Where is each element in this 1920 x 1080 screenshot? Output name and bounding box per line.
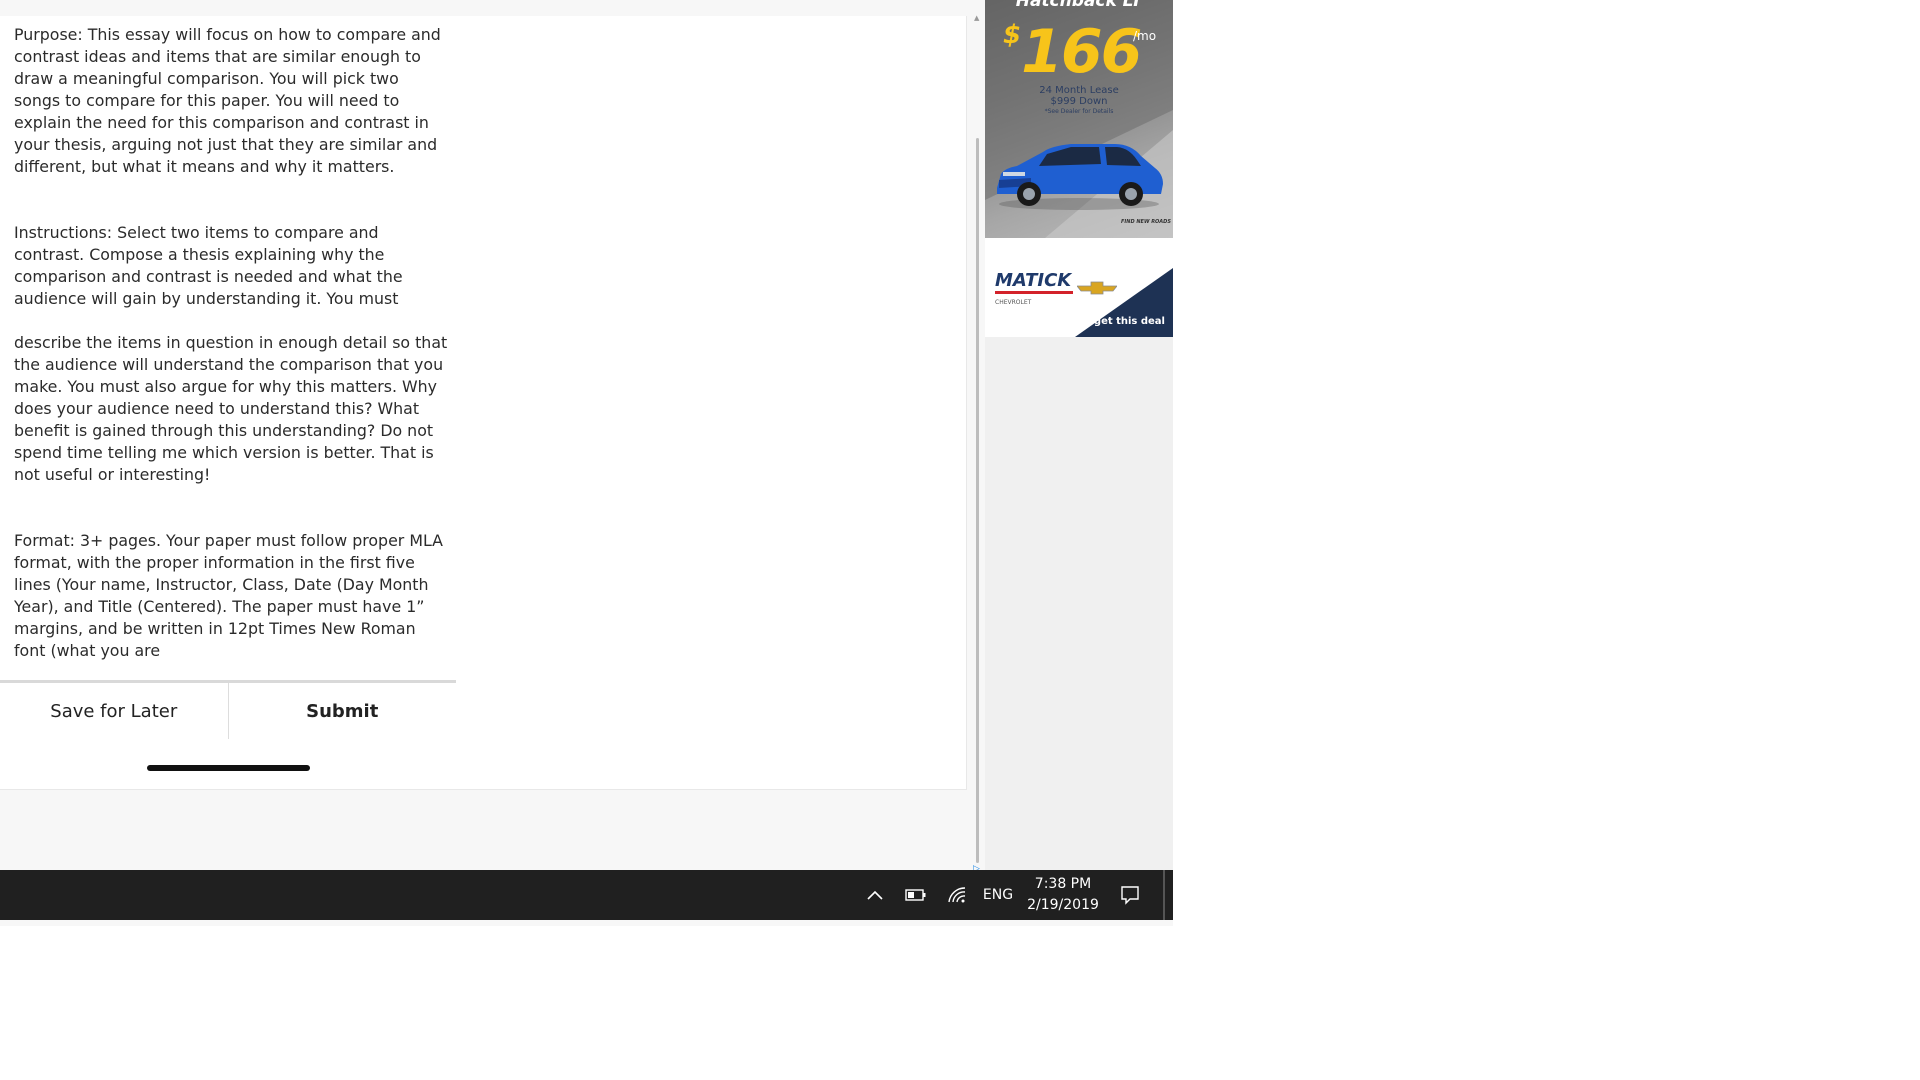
ad-lease-line1: 24 Month Lease — [1039, 85, 1119, 96]
ad-dealer-brand: CHEVROLET — [995, 299, 1032, 306]
chevron-up-icon[interactable] — [862, 870, 888, 920]
page-scrollbar[interactable]: ▲ — [974, 0, 981, 870]
action-bar: Save for Later Submit — [0, 683, 456, 739]
taskbar-clock[interactable]: 7:38 PM 2/19/2019 — [1022, 870, 1104, 920]
assignment-text-area[interactable]: Purpose: This essay will focus on how to… — [14, 24, 448, 684]
ad-disclaimer: *See Dealer for Details — [1044, 108, 1114, 115]
assignment-panel: Purpose: This essay will focus on how to… — [0, 16, 967, 790]
save-for-later-button[interactable]: Save for Later — [0, 683, 229, 739]
top-strip — [0, 0, 967, 16]
ad-price: $166 — [1003, 17, 1142, 87]
screen: Purpose: This essay will focus on how to… — [0, 0, 1173, 926]
ad-lease-terms: 24 Month Lease $999 Down — [985, 85, 1173, 107]
clock-date: 2/19/2019 — [1027, 897, 1099, 913]
taskbar: ENG 7:38 PM 2/19/2019 — [0, 870, 1173, 920]
scroll-up-arrow-icon[interactable]: ▲ — [974, 14, 979, 22]
clock-time: 7:38 PM — [1034, 876, 1092, 892]
chevrolet-bowtie-icon — [1077, 281, 1117, 295]
car-image — [997, 144, 1163, 210]
ad-cta-link[interactable]: get this deal — [1094, 316, 1165, 327]
ad-banner[interactable]: Hatchback LT $166 /mo 24 Month Lease $99… — [985, 0, 1173, 337]
ad-lease-line2: $999 Down — [1050, 96, 1108, 107]
home-indicator — [147, 765, 310, 771]
purpose-paragraph: Purpose: This essay will focus on how to… — [14, 25, 441, 176]
instructions-paragraph: Instructions: Select two items to compar… — [14, 223, 403, 308]
ad-sidebar: Hatchback LT $166 /mo 24 Month Lease $99… — [985, 0, 1173, 870]
ad-price-period: /mo — [1133, 29, 1157, 43]
ad-price-symbol: $ — [1003, 20, 1022, 50]
scroll-thumb[interactable] — [976, 138, 979, 863]
language-indicator[interactable]: ENG — [980, 870, 1016, 920]
ad-partner-tagline: FIND NEW ROADS — [1121, 219, 1171, 225]
ad-price-amount: 166 — [1021, 17, 1142, 87]
ad-dealer-stripe — [995, 291, 1073, 294]
notification-icon[interactable] — [1117, 870, 1143, 920]
instructions-continued-paragraph: describe the items in question in enough… — [14, 333, 448, 484]
ad-dealer-name: MATICK — [995, 270, 1072, 291]
battery-icon[interactable] — [903, 870, 929, 920]
ad-headline: Hatchback LT — [1015, 0, 1143, 11]
submit-button[interactable]: Submit — [229, 683, 457, 739]
format-paragraph: Format: 3+ pages. Your paper must follow… — [14, 531, 443, 660]
taskbar-tail — [1165, 870, 1173, 920]
wifi-icon[interactable] — [944, 870, 970, 920]
